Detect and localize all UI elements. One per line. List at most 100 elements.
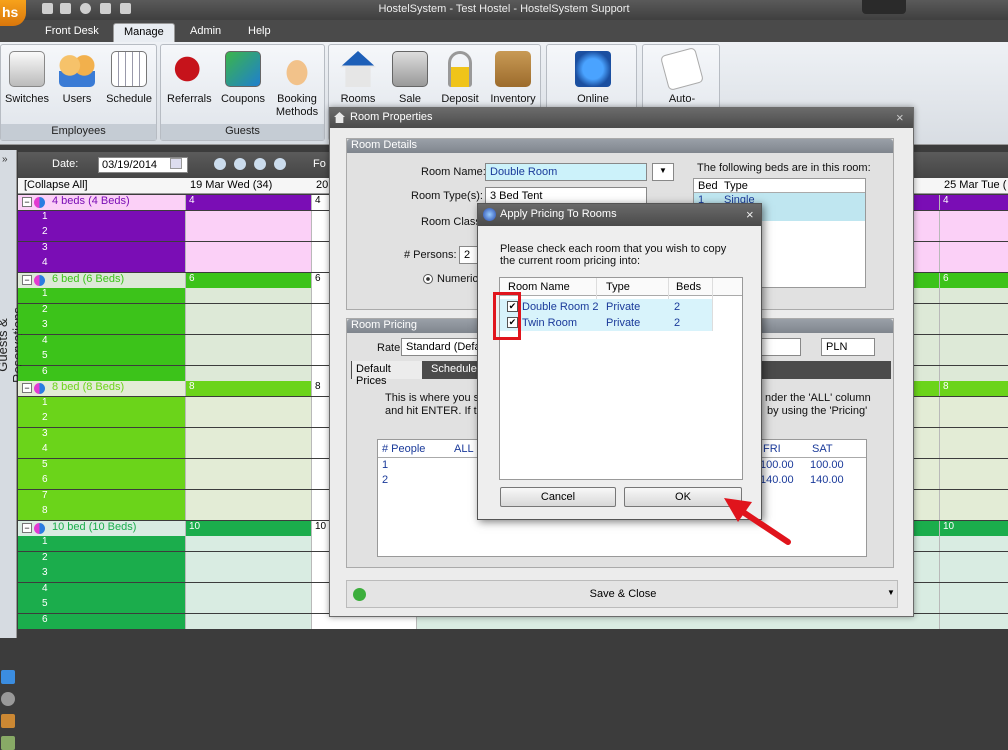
reservation-cell[interactable]: [185, 489, 311, 505]
table-row[interactable]: ✔ Twin Room Private 2: [500, 315, 712, 331]
price-cell[interactable]: 1: [382, 459, 388, 471]
group-count-cell[interactable]: 8: [185, 381, 311, 396]
referrals-button[interactable]: Referrals: [167, 51, 212, 106]
users-button[interactable]: Users: [55, 51, 99, 106]
persons-input[interactable]: 2: [459, 246, 479, 264]
reservation-cell[interactable]: [939, 613, 1008, 629]
tab-default-prices[interactable]: Default Prices: [352, 361, 422, 387]
switches-button[interactable]: Switches: [5, 51, 49, 106]
reservation-cell[interactable]: [185, 474, 311, 489]
sale-button[interactable]: Sale: [387, 51, 433, 106]
auto-button[interactable]: Auto-: [657, 46, 707, 106]
calendar-picker-icon[interactable]: [170, 158, 182, 169]
last-page-icon[interactable]: [274, 158, 286, 170]
room-name-dropdown-icon[interactable]: ▼: [652, 163, 674, 181]
reservation-cell[interactable]: [185, 412, 311, 427]
collapse-icon[interactable]: −: [22, 383, 32, 393]
collapse-icon[interactable]: −: [22, 522, 32, 533]
reservation-cell[interactable]: [939, 536, 1008, 551]
save-close-button[interactable]: Save & Close: [347, 588, 899, 600]
reservation-cell[interactable]: [939, 365, 1008, 381]
reservation-cell[interactable]: [939, 350, 1008, 365]
tab-front-desk[interactable]: Front Desk: [35, 23, 109, 42]
reservation-cell[interactable]: [185, 427, 311, 443]
save-close-bar[interactable]: Save & Close ▼: [346, 580, 898, 608]
inventory-button[interactable]: Inventory: [487, 51, 539, 106]
search-icon[interactable]: [1, 692, 15, 706]
quick-access-icon[interactable]: [42, 3, 53, 14]
reservation-cell[interactable]: [939, 505, 1008, 520]
reservation-cell[interactable]: [185, 241, 311, 257]
booking-methods-button[interactable]: Booking Methods: [271, 51, 323, 119]
numeric-radio[interactable]: [423, 274, 433, 284]
room-name-input[interactable]: Double Room: [485, 163, 647, 181]
reports-icon[interactable]: [1, 714, 15, 728]
reservation-cell[interactable]: [185, 582, 311, 598]
reservation-cell[interactable]: [185, 334, 311, 350]
next-page-icon[interactable]: [254, 158, 266, 170]
reservation-cell[interactable]: [185, 350, 311, 365]
dropdown-icon[interactable]: ▼: [887, 588, 895, 597]
reservation-cell[interactable]: [939, 598, 1008, 613]
reservation-cell[interactable]: [939, 303, 1008, 319]
reservation-cell[interactable]: [939, 226, 1008, 241]
reservation-cell[interactable]: [185, 319, 311, 334]
tools-icon[interactable]: [1, 736, 15, 750]
reservation-cell[interactable]: [939, 474, 1008, 489]
group-count-cell[interactable]: 6: [939, 272, 1008, 288]
reservation-cell[interactable]: [185, 567, 311, 582]
reservation-cell[interactable]: [939, 489, 1008, 505]
collapse-all-button[interactable]: [Collapse All]: [24, 179, 88, 191]
reservation-cell[interactable]: [939, 412, 1008, 427]
help-icon[interactable]: [80, 3, 91, 14]
rooms-button[interactable]: Rooms: [335, 51, 381, 106]
window-controls[interactable]: [862, 0, 906, 14]
reservation-cell[interactable]: [185, 303, 311, 319]
reservation-cell[interactable]: [185, 505, 311, 520]
tab-manage[interactable]: Manage: [113, 23, 175, 42]
guests-icon[interactable]: [1, 670, 15, 684]
quick-access-icon[interactable]: [120, 3, 131, 14]
price-cell[interactable]: 2: [382, 474, 388, 486]
reservation-cell[interactable]: [939, 396, 1008, 412]
reservation-cell[interactable]: [939, 241, 1008, 257]
table-row[interactable]: ✔ Double Room 2 Private 2: [500, 299, 712, 315]
reservation-cell[interactable]: [939, 582, 1008, 598]
price-cell[interactable]: 100.00: [760, 459, 794, 471]
group-count-cell[interactable]: 10: [939, 520, 1008, 536]
group-count-cell[interactable]: 4: [939, 195, 1008, 210]
group-count-cell[interactable]: 6: [185, 272, 311, 288]
reservation-cell[interactable]: [185, 396, 311, 412]
price-cell[interactable]: 140.00: [760, 474, 794, 486]
reservation-cell[interactable]: [185, 226, 311, 241]
reservation-cell[interactable]: [939, 427, 1008, 443]
quick-access-icon[interactable]: [60, 3, 71, 14]
group-count-cell[interactable]: 10: [185, 520, 311, 536]
reservation-cell[interactable]: [185, 613, 311, 629]
price-cell[interactable]: 100.00: [810, 459, 844, 471]
tab-help[interactable]: Help: [238, 23, 281, 42]
reservation-cell[interactable]: [939, 319, 1008, 334]
tab-admin[interactable]: Admin: [180, 23, 231, 42]
reservation-cell[interactable]: [939, 210, 1008, 226]
reservation-cell[interactable]: [185, 210, 311, 226]
prev-page-icon[interactable]: [234, 158, 246, 170]
collapse-icon[interactable]: −: [22, 274, 32, 285]
reservation-cell[interactable]: [185, 257, 311, 272]
reservation-cell[interactable]: [185, 551, 311, 567]
reservation-cell[interactable]: [185, 458, 311, 474]
close-icon[interactable]: ×: [896, 110, 904, 125]
reservation-cell[interactable]: [185, 365, 311, 381]
group-count-cell[interactable]: 8: [939, 381, 1008, 396]
reservation-cell[interactable]: [939, 257, 1008, 272]
reservation-cell[interactable]: [185, 536, 311, 551]
price-cell[interactable]: 140.00: [810, 474, 844, 486]
online-button[interactable]: Online: [567, 51, 619, 106]
deposit-button[interactable]: Deposit: [437, 51, 483, 106]
collapse-icon[interactable]: −: [22, 197, 32, 207]
reservation-cell[interactable]: [185, 598, 311, 613]
reservation-cell[interactable]: [939, 334, 1008, 350]
quick-access-icon[interactable]: [100, 3, 111, 14]
close-icon[interactable]: ×: [746, 207, 754, 222]
reservation-cell[interactable]: [939, 443, 1008, 458]
